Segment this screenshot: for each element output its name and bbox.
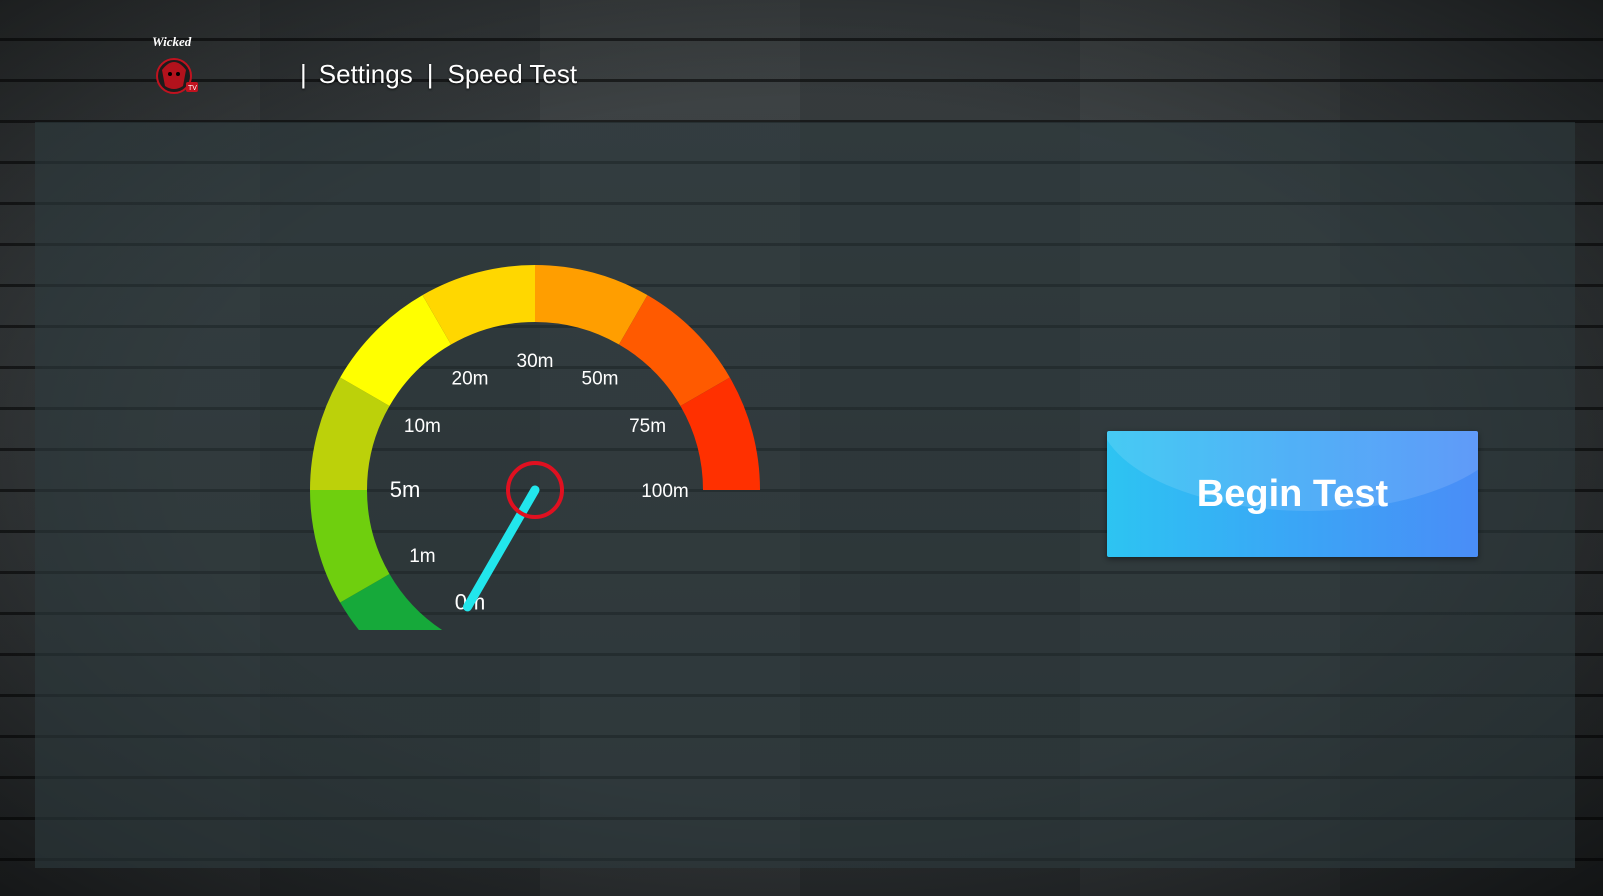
speed-gauge: 0m1m5m10m20m30m50m75m100m [290, 250, 790, 685]
gauge-tick-label: 10m [404, 416, 441, 437]
gauge-tick-label: 20m [452, 368, 489, 389]
breadcrumb-item-settings[interactable]: Settings [319, 59, 413, 90]
breadcrumb-separator: | [426, 58, 434, 89]
begin-test-button[interactable]: Begin Test [1107, 431, 1478, 557]
top-bar: Wicked TV | Settings | Speed Test [0, 0, 1603, 118]
svg-text:Wicked: Wicked [152, 34, 192, 49]
gauge-tick-label: 75m [629, 416, 666, 437]
gauge-tick-label: 1m [409, 546, 435, 567]
breadcrumb: | Settings | Speed Test [300, 56, 577, 92]
wicked-logo: Wicked TV [150, 32, 204, 104]
breadcrumb-separator: | [300, 58, 307, 89]
gauge-needle [463, 485, 540, 612]
gauge-tick-label: 5m [390, 477, 421, 502]
gauge-tick-label: 30m [517, 351, 554, 372]
svg-text:TV: TV [188, 85, 197, 92]
gauge-tick-label: 100m [641, 481, 689, 502]
begin-test-label: Begin Test [1196, 472, 1389, 515]
breadcrumb-item-speed-test: Speed Test [447, 58, 578, 89]
gauge-tick-label: 50m [582, 368, 619, 389]
